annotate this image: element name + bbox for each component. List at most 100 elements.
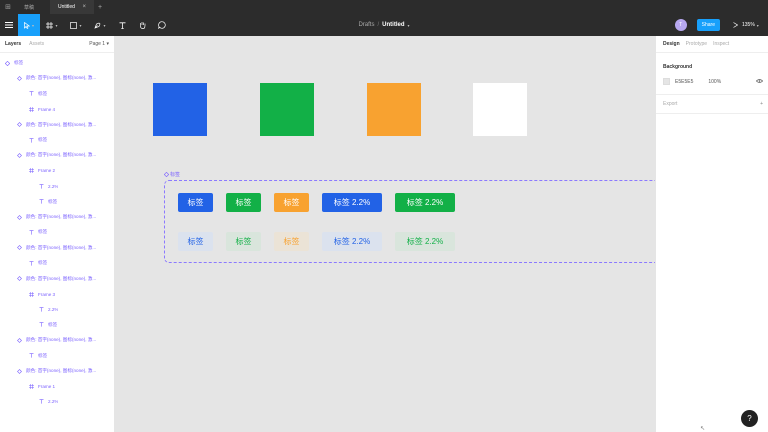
shape-tool-button[interactable]: ▾ [64, 14, 88, 36]
canvas[interactable]: 标签 标签 标签 标签 标签 2.2% 标签 2.2% 标签 标签 标签 标签 2.2% 标签 2… [115, 36, 655, 432]
pen-icon [94, 22, 101, 29]
title-bar: ⊞ 草稿 Untitled × + [0, 0, 768, 14]
layers-panel: Layers Assets Page 1 ▾ 标签颜色: 首字(none), 图… [0, 36, 115, 432]
tag-chip[interactable]: 标签 2.2% [395, 193, 455, 212]
layer-item[interactable]: 标签 [0, 227, 114, 237]
frame-label[interactable]: 标签 [164, 171, 180, 178]
file-name[interactable]: Untitled [382, 22, 404, 28]
layer-item[interactable]: 颜色: 首字(none), 图标(none), 激... [0, 212, 114, 222]
component-icon [164, 172, 169, 177]
layer-label: 2.2% [48, 306, 59, 312]
tag-chip[interactable]: 标签 [178, 193, 213, 212]
tag-chip[interactable]: 标签 2.2% [322, 193, 382, 212]
tag-label: 标签 [283, 198, 300, 207]
background-color-chip[interactable] [663, 78, 670, 85]
layer-item[interactable]: 颜色: 首字(none), 图标(none), 激... [0, 366, 114, 376]
chevron-down-icon[interactable]: ▾ [408, 23, 410, 28]
color-swatch[interactable] [153, 83, 207, 136]
tab-inspect[interactable]: Inspect [713, 41, 729, 47]
tab-prototype[interactable]: Prototype [686, 41, 707, 47]
breadcrumb-drafts[interactable]: Drafts [358, 22, 374, 28]
layer-item[interactable]: 颜色: 首字(none), 图标(none), 激... [0, 274, 114, 284]
layer-label: Frame 2 [38, 168, 56, 174]
layer-item[interactable]: 标签 [0, 58, 114, 68]
layer-item[interactable]: Frame 3 [0, 289, 114, 299]
new-tab-button[interactable]: + [94, 4, 106, 11]
tab-untitled[interactable]: Untitled × [50, 0, 94, 14]
layer-label: 颜色: 首字(none), 图标(none), 激... [26, 244, 97, 250]
instance-icon [15, 214, 23, 220]
layer-item[interactable]: 标签 [0, 89, 114, 99]
properties-tabs: Design Prototype Inspect [656, 36, 768, 53]
color-swatch[interactable] [473, 83, 527, 136]
present-button[interactable] [728, 22, 742, 28]
page-selector[interactable]: Page 1 ▾ [89, 41, 109, 47]
avatar[interactable]: T [674, 19, 687, 31]
help-button[interactable]: ? [741, 410, 758, 427]
text-icon [119, 21, 125, 29]
layer-item[interactable]: 颜色: 首字(none), 图标(none), 激... [0, 335, 114, 345]
add-export-button[interactable]: + [760, 101, 763, 107]
share-button[interactable]: Share [696, 19, 720, 31]
layer-label: 标签 [48, 198, 58, 204]
layer-item[interactable]: 2.2% [0, 181, 114, 191]
background-opacity[interactable]: 100% [708, 79, 721, 85]
color-swatch[interactable] [367, 83, 421, 136]
layer-item[interactable]: 2.2% [0, 397, 114, 407]
chevron-down-icon: ▾ [55, 22, 58, 28]
instance-icon [15, 276, 23, 282]
layer-item[interactable]: Frame 2 [0, 166, 114, 176]
layer-item[interactable]: 颜色: 首字(none), 图标(none), 激... [0, 73, 114, 83]
color-swatch[interactable] [260, 83, 314, 136]
hand-tool-button[interactable] [132, 14, 152, 36]
layer-label: 2.2% [48, 399, 59, 405]
tag-chip[interactable]: 标签 [274, 193, 309, 212]
layer-item[interactable]: 标签 [0, 320, 114, 330]
frame-tool-button[interactable]: ▾ [40, 14, 64, 36]
layer-label: 标签 [38, 90, 48, 96]
pen-tool-button[interactable]: ▾ [88, 14, 112, 36]
tag-chip[interactable]: 标签 [226, 193, 261, 212]
layer-item[interactable]: 标签 [0, 351, 114, 361]
instance-icon [15, 337, 23, 343]
comment-tool-button[interactable] [152, 14, 172, 36]
eye-icon[interactable] [755, 78, 764, 85]
tag-chip[interactable]: 标签 [274, 232, 309, 251]
chevron-down-icon: ▾ [31, 22, 34, 28]
move-tool-button[interactable]: ▾ [18, 14, 40, 36]
frame-icon [27, 383, 35, 389]
layer-item[interactable]: 颜色: 首字(none), 图标(none), 激... [0, 150, 114, 160]
frame-icon [27, 291, 35, 297]
home-icon[interactable]: ⊞ [0, 0, 16, 14]
close-icon[interactable]: × [82, 4, 86, 10]
tab-design[interactable]: Design [663, 41, 680, 47]
layer-item[interactable]: 标签 [0, 258, 114, 268]
layer-label: 颜色: 首字(none), 图标(none), 激... [26, 75, 97, 81]
frame-icon [27, 106, 35, 112]
zoom-dropdown[interactable]: 135% ▾ [742, 22, 768, 28]
tag-chip[interactable]: 标签 2.2% [395, 232, 455, 251]
tag-chip[interactable]: 标签 [226, 232, 261, 251]
layer-item[interactable]: 颜色: 首字(none), 图标(none), 激... [0, 120, 114, 130]
layer-label: 标签 [38, 229, 48, 235]
layer-item[interactable]: Frame 4 [0, 104, 114, 114]
layer-label: Frame 1 [38, 383, 56, 389]
tab-assets[interactable]: Assets [29, 41, 44, 47]
background-hex[interactable]: E5E5E5 [675, 79, 693, 85]
layer-item[interactable]: 标签 [0, 135, 114, 145]
tag-chip[interactable]: 标签 2.2% [322, 232, 382, 251]
layer-item[interactable]: 2.2% [0, 304, 114, 314]
text-tool-button[interactable] [112, 14, 132, 36]
export-row: Export + [663, 101, 763, 107]
tab-layers[interactable]: Layers [5, 41, 21, 47]
main-menu-button[interactable] [0, 14, 18, 36]
background-row: E5E5E5 100% [663, 78, 764, 85]
layer-item[interactable]: Frame 1 [0, 381, 114, 391]
layer-item[interactable]: 颜色: 首字(none), 图标(none), 激... [0, 243, 114, 253]
layer-item[interactable]: 标签 [0, 197, 114, 207]
toolbar-right: T Share 135% ▾ [674, 14, 768, 36]
comment-icon [158, 21, 166, 29]
layer-label: 标签 [48, 321, 58, 327]
tag-chip[interactable]: 标签 [178, 232, 213, 251]
tab-drafts[interactable]: 草稿 [16, 0, 50, 14]
